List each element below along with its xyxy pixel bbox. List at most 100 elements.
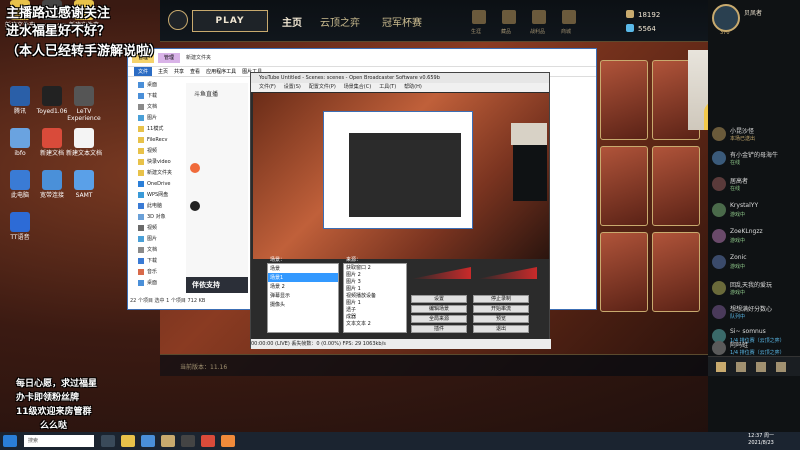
lol-nav-clash[interactable]: 冠军杯赛	[382, 14, 422, 29]
desktop-icon-newdoc[interactable]: 新建文档	[34, 128, 70, 157]
global-sources-button[interactable]: 全局来源	[411, 315, 467, 323]
nav-item[interactable]: 图片	[128, 112, 184, 123]
champion-card[interactable]	[600, 60, 648, 140]
nav-item[interactable]: 文档	[128, 101, 184, 112]
lol-taskbar-icon[interactable]	[161, 435, 175, 447]
profile-icon[interactable]	[472, 10, 486, 24]
desktop-icon-tt[interactable]: TT语音	[2, 212, 38, 241]
scene-item[interactable]: 摄像头	[268, 300, 338, 309]
nav-item[interactable]: FileRecv	[128, 134, 184, 145]
app-taskbar-icon[interactable]	[201, 435, 215, 447]
nav-item[interactable]: 视频	[128, 222, 184, 233]
avatar[interactable]	[712, 4, 740, 32]
obs-menu-bar: 文件(F) 设置(S) 配置文件(P) 场景集合(C) 工具(T) 帮助(H)	[251, 83, 549, 92]
nav-item[interactable]: 音乐	[128, 266, 184, 277]
source-item[interactable]: 图片 2	[344, 271, 406, 278]
desktop-icon-newtext[interactable]: 新建文本文档	[66, 128, 102, 157]
play-button[interactable]: PLAY	[192, 10, 268, 32]
friend-item[interactable]: 有小金铲的母海牛 在线	[708, 148, 800, 170]
settings-button[interactable]: 设置	[411, 295, 467, 303]
nav-item[interactable]: 11模式	[128, 123, 184, 134]
friend-item[interactable]: 想想满好分数心 队列中	[708, 302, 800, 324]
friend-item[interactable]: Zonic 游戏中	[708, 252, 800, 274]
app-icon	[10, 212, 30, 232]
obs-title-bar: YouTube Untitled - Scenes: scenes - Open…	[251, 73, 549, 83]
champion-card[interactable]	[652, 146, 700, 226]
friends-footer	[708, 356, 800, 376]
clock: 12:37 周一 2021/8/23	[748, 433, 774, 446]
friend-item[interactable]: 小昆沙怪 本场已送出	[708, 124, 800, 146]
exit-button[interactable]: 退出	[473, 325, 529, 333]
desktop-icon-samt[interactable]: SAMT	[66, 170, 102, 199]
search-input[interactable]: 搜索	[24, 435, 94, 447]
blue-essence-icon	[626, 10, 634, 18]
explorer-taskbar-icon[interactable]	[121, 435, 135, 447]
desktop-icon-tencent[interactable]: 腾讯	[2, 86, 38, 115]
support-banner: 伴依支持	[186, 277, 248, 293]
start-stream-button[interactable]: 开始串流	[473, 305, 529, 313]
desktop-icon-letv[interactable]: LeTV Experience	[66, 86, 102, 122]
nav-item[interactable]: 3D 对象	[128, 211, 184, 222]
browser-taskbar-icon[interactable]	[141, 435, 155, 447]
app-taskbar-icon[interactable]	[221, 435, 235, 447]
start-icon[interactable]	[3, 435, 17, 447]
friend-item[interactable]: 回乱天我的爱玩 游戏中	[708, 278, 800, 300]
scene-item[interactable]: 弹幕显示	[268, 291, 338, 300]
voice-icon[interactable]	[756, 362, 766, 372]
scene-item[interactable]: 场景 2	[268, 282, 338, 291]
chat-icon[interactable]	[716, 362, 726, 372]
obs-preview[interactable]	[253, 93, 549, 259]
nav-item[interactable]: 下载	[128, 90, 184, 101]
source-item[interactable]: 图片 1	[344, 299, 406, 306]
loot-icon[interactable]	[532, 10, 546, 24]
explorer-nav-pane: 桌面 下载 文档 图片 11模式 FileRecv 视频 快录video 新建文…	[128, 79, 184, 295]
desktop-icon-ibfo[interactable]: ibfo	[2, 128, 38, 157]
nav-item[interactable]: 文档	[128, 244, 184, 255]
desktop-icon-this-pc[interactable]: 此电脑	[2, 170, 38, 199]
scene-item[interactable]: 场景	[268, 264, 338, 273]
lol-nav-home[interactable]: 主页	[282, 14, 302, 29]
nested-webcam	[511, 123, 547, 145]
store-icon[interactable]	[562, 10, 576, 24]
source-item[interactable]: 视频播放设备	[344, 292, 406, 299]
source-item[interactable]: 图片 1	[344, 285, 406, 292]
preview-button[interactable]: 预览	[473, 315, 529, 323]
nav-item[interactable]: 图片	[128, 233, 184, 244]
lol-nav-tft[interactable]: 云顶之弈	[320, 14, 360, 29]
source-item[interactable]: 透子	[344, 306, 406, 313]
nav-item[interactable]: 下载	[128, 255, 184, 266]
nav-item[interactable]: 快录video	[128, 156, 184, 167]
desktop-icon-toyed[interactable]: Toyed1.06	[34, 86, 70, 115]
friend-item[interactable]: 居高者 在线	[708, 174, 800, 196]
nav-item[interactable]: OneDrive	[128, 178, 184, 189]
nav-item[interactable]: WPS网盘	[128, 189, 184, 200]
task-view-icon[interactable]	[101, 435, 115, 447]
nav-item[interactable]: 新建文件夹	[128, 167, 184, 178]
obs-taskbar-icon[interactable]	[181, 435, 195, 447]
edit-scene-button[interactable]: 编辑场景	[411, 305, 467, 313]
source-item[interactable]: 成器	[344, 313, 406, 320]
scene-item[interactable]: 场景1	[268, 273, 338, 282]
riot-points-icon	[626, 24, 634, 32]
mission-icon[interactable]	[736, 362, 746, 372]
friend-item[interactable]: KrystalYY 游戏中	[708, 200, 800, 222]
plugins-button[interactable]: 插件	[411, 325, 467, 333]
champion-card[interactable]	[600, 232, 648, 312]
nav-item[interactable]: 桌面	[128, 79, 184, 90]
source-item[interactable]: 文本文本 2	[344, 320, 406, 327]
champion-card[interactable]	[600, 146, 648, 226]
source-item[interactable]: 图片 3	[344, 278, 406, 285]
collection-icon[interactable]	[502, 10, 516, 24]
nav-item[interactable]: 桌面	[128, 277, 184, 288]
source-item[interactable]: 获取窗口 2	[344, 264, 406, 271]
champion-card[interactable]	[652, 232, 700, 312]
desktop-icon-broadband[interactable]: 宽带连接	[34, 170, 70, 199]
network-icon	[42, 170, 62, 190]
settings-icon[interactable]	[776, 362, 786, 372]
nav-item[interactable]: 视频	[128, 145, 184, 156]
audio-meters	[411, 265, 545, 281]
nav-item[interactable]: 此电脑	[128, 200, 184, 211]
friend-item[interactable]: ZoeKLngzz 游戏中	[708, 226, 800, 248]
avatar	[712, 341, 726, 355]
stop-recording-button[interactable]: 停止录制	[473, 295, 529, 303]
